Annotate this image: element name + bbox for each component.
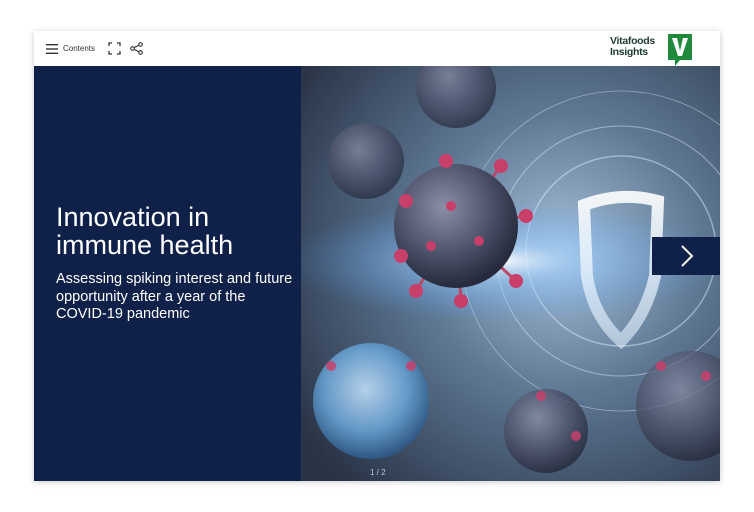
page-indicator: 1 / 2 xyxy=(370,468,386,477)
v-logo-mark xyxy=(668,34,692,66)
flipbook-viewer: Contents Vitafoods Insights Innovation i… xyxy=(34,31,720,481)
slide-subtitle: Assessing spiking interest and future op… xyxy=(56,271,293,322)
share-icon xyxy=(130,42,143,55)
slide-stage: Innovation in immune health Assessing sp… xyxy=(34,66,720,481)
logo-line2: Insights xyxy=(610,46,648,58)
vitafoods-logo[interactable]: Vitafoods Insights xyxy=(610,34,694,66)
contents-button[interactable]: Contents xyxy=(46,31,100,66)
next-page-button[interactable] xyxy=(652,237,720,275)
fullscreen-icon xyxy=(108,42,121,55)
menu-icon xyxy=(46,43,58,54)
share-button[interactable] xyxy=(130,31,144,66)
fullscreen-button[interactable] xyxy=(108,31,122,66)
toolbar: Contents Vitafoods Insights xyxy=(34,31,720,66)
chevron-right-icon xyxy=(681,245,694,267)
title-panel: Innovation in immune health Assessing sp… xyxy=(34,66,301,481)
contents-label: Contents xyxy=(63,44,96,53)
slide-title: Innovation in immune health xyxy=(56,202,234,260)
